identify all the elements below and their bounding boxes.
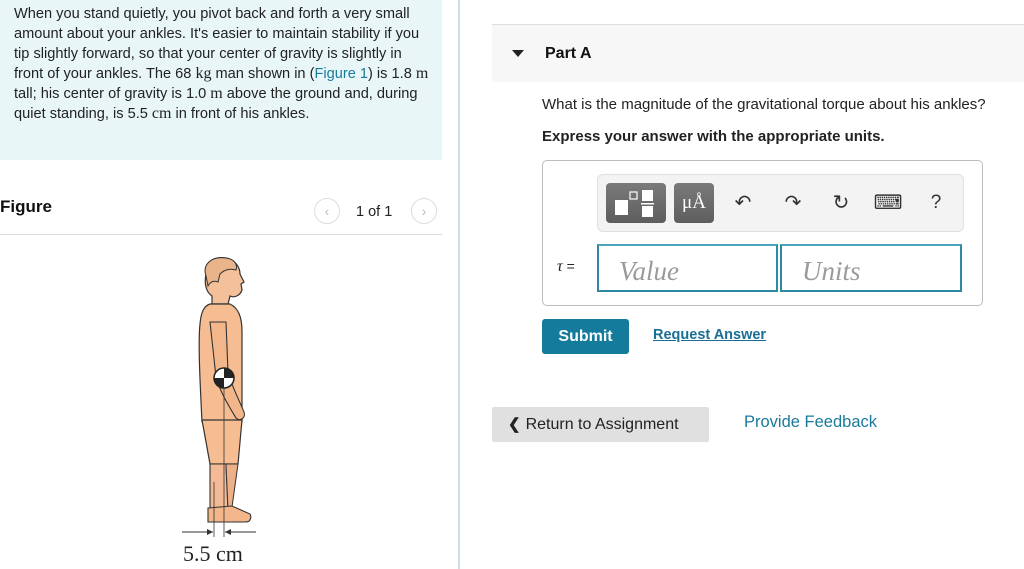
unit-symbol: m bbox=[415, 65, 429, 82]
equals-sign: = bbox=[562, 258, 575, 274]
fraction-template-icon bbox=[615, 190, 654, 217]
instruction-text: Express your answer with the appropriate… bbox=[542, 128, 885, 145]
units-input[interactable] bbox=[780, 244, 962, 292]
caret-down-icon bbox=[512, 50, 524, 57]
undo-icon[interactable]: ↶ bbox=[728, 189, 758, 217]
chevron-right-icon: › bbox=[421, 203, 427, 219]
request-answer-link[interactable]: Request Answer bbox=[653, 327, 766, 343]
previous-figure-button[interactable]: ‹ bbox=[314, 198, 340, 224]
center-of-gravity-marker bbox=[213, 367, 235, 389]
math-toolbar: μÅ ↶ ↷ ↻ ⌨ ? bbox=[597, 174, 964, 232]
help-icon[interactable]: ? bbox=[921, 189, 951, 217]
provide-feedback-link[interactable]: Provide Feedback bbox=[744, 413, 877, 432]
figure-dimension-label: 5.5 cm bbox=[183, 541, 243, 566]
man-shoes bbox=[207, 505, 252, 523]
part-title: Part A bbox=[545, 45, 592, 62]
part-a-header[interactable]: Part A bbox=[492, 24, 1024, 82]
unit-symbol: kg bbox=[195, 65, 212, 82]
problem-statement: When you stand quietly, you pivot back a… bbox=[0, 0, 442, 160]
keyboard-icon[interactable]: ⌨ bbox=[873, 189, 903, 217]
units-icon: μÅ bbox=[682, 192, 706, 213]
problem-text-segment: tall; his center of gravity is 1.0 bbox=[14, 86, 211, 102]
figure-page-indicator: 1 of 1 bbox=[356, 204, 393, 220]
templates-button[interactable] bbox=[606, 183, 666, 223]
chevron-left-icon: ‹ bbox=[324, 203, 330, 219]
standing-man-figure bbox=[182, 257, 256, 537]
problem-text-segment: in front of his ankles. bbox=[171, 106, 310, 122]
return-to-assignment-button[interactable]: ❮ Return to Assignment bbox=[492, 407, 709, 442]
redo-icon[interactable]: ↷ bbox=[778, 189, 808, 217]
left-panel: When you stand quietly, you pivot back a… bbox=[0, 0, 458, 569]
chevron-left-icon: ❮ bbox=[508, 416, 521, 433]
answer-variable-label: τ = bbox=[557, 258, 575, 276]
man-shorts bbox=[201, 419, 243, 465]
figure-header: Figure ‹ 1 of 1 › bbox=[0, 195, 442, 235]
next-figure-button[interactable]: › bbox=[411, 198, 437, 224]
figure-title: Figure bbox=[0, 197, 52, 216]
question-text: What is the magnitude of the gravitation… bbox=[542, 96, 986, 113]
problem-text-segment: ) is 1.8 bbox=[368, 66, 416, 82]
return-label: Return to Assignment bbox=[525, 416, 679, 433]
value-input[interactable] bbox=[597, 244, 778, 292]
submit-button[interactable]: Submit bbox=[542, 319, 629, 354]
reset-icon[interactable]: ↻ bbox=[826, 189, 856, 217]
figure-link[interactable]: Figure 1 bbox=[314, 66, 368, 82]
units-button[interactable]: μÅ bbox=[674, 183, 714, 223]
unit-symbol: m bbox=[210, 85, 223, 102]
answer-box: μÅ ↶ ↷ ↻ ⌨ ? τ = bbox=[542, 160, 983, 306]
unit-symbol: cm bbox=[151, 105, 172, 122]
panel-divider[interactable] bbox=[458, 0, 460, 569]
problem-text-segment: man shown in ( bbox=[211, 66, 315, 82]
